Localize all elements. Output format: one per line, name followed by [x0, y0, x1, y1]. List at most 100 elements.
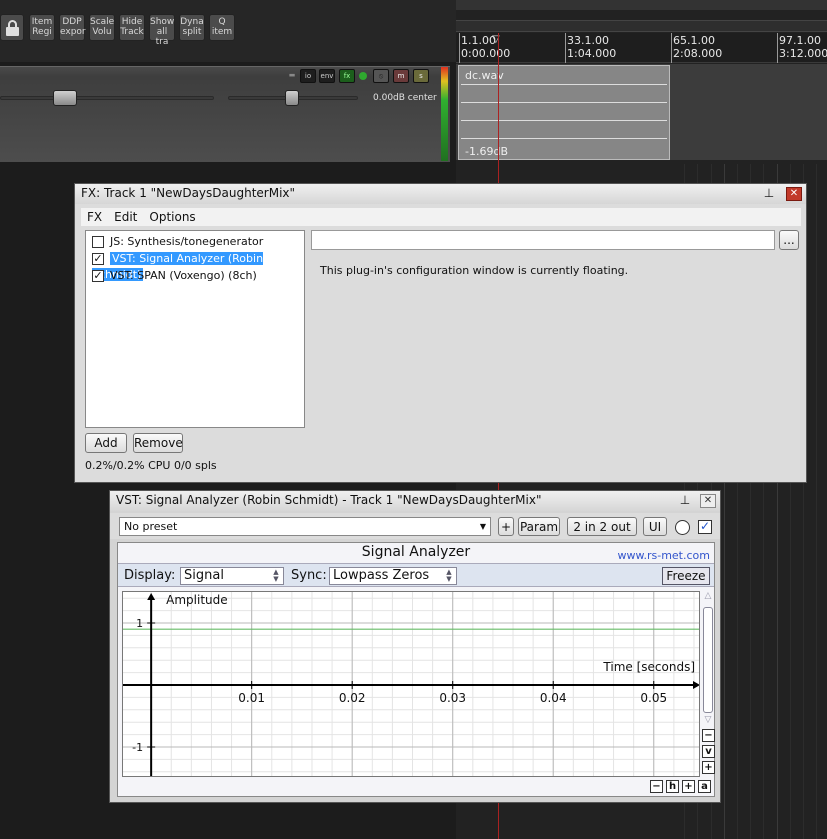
- zoom-out-y-button[interactable]: −: [702, 729, 715, 742]
- plugin-config-field[interactable]: [311, 230, 775, 250]
- y-axis-arrow-icon: [147, 593, 156, 600]
- zoom-out-x-button[interactable]: −: [650, 780, 663, 793]
- dropdown-arrow-icon: ▼: [479, 522, 486, 531]
- cpu-status: 0.2%/0.2% CPU 0/0 spls: [85, 459, 217, 472]
- hide-track-button[interactable]: Hide Track: [119, 14, 145, 41]
- plugin-toolbar: No preset ▼ + Param 2 in 2 out UI ✓: [110, 513, 720, 539]
- phase-icon[interactable]: ⦸: [373, 69, 389, 83]
- ruler-bar-label: 65.1.00: [673, 34, 715, 47]
- volume-slider-track[interactable]: [0, 96, 214, 100]
- add-button[interactable]: Add: [85, 433, 127, 453]
- zoom-fit-y-button[interactable]: v: [702, 745, 715, 758]
- browse-button[interactable]: ...: [779, 230, 799, 250]
- zoom-all-button[interactable]: a: [698, 780, 711, 793]
- ruler-time-label: 2:08.000: [673, 47, 723, 60]
- website-link[interactable]: www.rs-met.com: [618, 549, 711, 562]
- remove-button[interactable]: Remove: [133, 433, 183, 453]
- sync-label: Sync:: [291, 568, 327, 583]
- ruler-bar-label: 33.1.00: [567, 34, 609, 47]
- fx-list-item[interactable]: JS: Synthesis/tonegenerator: [92, 234, 263, 250]
- volume-knob[interactable]: [53, 90, 77, 106]
- analyzer-panel: Signal Analyzer www.rs-met.com Display: …: [117, 542, 715, 797]
- enable-checkbox[interactable]: [92, 236, 104, 248]
- volume-readout: 0.00dB center: [373, 93, 437, 103]
- menu-fx[interactable]: FX: [81, 208, 108, 224]
- dynamic-split-button[interactable]: Dyna split: [179, 14, 205, 41]
- freeze-button[interactable]: Freeze: [662, 567, 710, 585]
- io-button[interactable]: io: [300, 69, 316, 83]
- fx-list-item[interactable]: ✓ VST: Signal Analyzer (Robin Schmidt): [92, 251, 304, 281]
- zoom-in-x-button[interactable]: +: [682, 780, 695, 793]
- lock-button[interactable]: [0, 14, 24, 41]
- item-regions-button[interactable]: Item Regi: [29, 14, 55, 41]
- media-item[interactable]: dc.wav -1.69dB: [458, 65, 670, 160]
- ruler-bar-label: 1.1.00: [461, 34, 496, 47]
- pan-knob[interactable]: [285, 90, 299, 106]
- show-all-tracks-button[interactable]: Show all tra: [149, 14, 175, 47]
- sync-select[interactable]: Lowpass Zeros ▲ ▼: [329, 567, 457, 585]
- fx-bypass-icon[interactable]: [357, 69, 369, 83]
- ruler-time-label: 3:12.000: [779, 47, 827, 60]
- enable-checkbox[interactable]: ✓: [92, 253, 104, 265]
- signal-plot[interactable]: 0.01 0.02 0.03 0.04 0.05 1 -1 Amplitude Time [se…: [122, 591, 700, 777]
- fx-window-titlebar[interactable]: FX: Track 1 "NewDaysDaughterMix": [75, 184, 806, 204]
- y-tick-label: 1: [136, 617, 143, 630]
- signal-analyzer-window: VST: Signal Analyzer (Robin Schmidt) - T…: [109, 490, 721, 803]
- bypass-checkbox[interactable]: ✓: [698, 520, 712, 534]
- fx-button[interactable]: fx: [339, 69, 355, 83]
- ruler-bar-label: 97.1.00: [779, 34, 821, 47]
- zoom-in-y-button[interactable]: +: [702, 761, 715, 774]
- media-item-gain: -1.69dB: [465, 145, 508, 158]
- preset-dropdown[interactable]: No preset ▼: [119, 517, 491, 536]
- mute-button[interactable]: m: [393, 69, 409, 83]
- q-item-button[interactable]: Qitem: [209, 14, 235, 41]
- spin-arrows-icon: ▲ ▼: [273, 568, 279, 583]
- signal-plot-svg: 0.01 0.02 0.03 0.04 0.05 1 -1 Amplitude Time [se…: [123, 592, 699, 776]
- x-tick-label: 0.03: [439, 691, 466, 705]
- x-tick-label: 0.01: [238, 691, 265, 705]
- fx-list-item[interactable]: ✓ VST: SPAN (Voxengo) (8ch): [92, 268, 257, 284]
- pin-icon[interactable]: ⊥: [678, 493, 692, 508]
- vertical-scrollbar[interactable]: △ ▽ − v +: [702, 591, 715, 777]
- enable-checkbox[interactable]: ✓: [92, 270, 104, 282]
- menu-options[interactable]: Options: [143, 208, 201, 224]
- x-tick-label: 0.02: [339, 691, 366, 705]
- y-axis-label: Amplitude: [166, 593, 228, 607]
- add-preset-button[interactable]: +: [498, 517, 514, 536]
- region-marker-lane[interactable]: [456, 20, 827, 32]
- x-axis-label: Time [seconds]: [602, 660, 695, 674]
- display-select[interactable]: Signal ▲ ▼: [180, 567, 284, 585]
- x-axis-arrow-icon: [693, 681, 699, 689]
- scroll-thumb[interactable]: [703, 607, 713, 713]
- scale-volume-button[interactable]: Scale Volu: [89, 14, 115, 41]
- close-button[interactable]: ✕: [700, 494, 716, 508]
- display-label: Display:: [124, 568, 176, 583]
- folder-icon[interactable]: ▬: [284, 69, 300, 83]
- close-button[interactable]: ✕: [786, 187, 802, 201]
- x-tick-label: 0.04: [540, 691, 567, 705]
- fx-chain-window: FX: Track 1 "NewDaysDaughterMix" ⊥ ✕ FX E…: [74, 183, 807, 483]
- param-button[interactable]: Param: [518, 517, 560, 536]
- fx-menubar: FX Edit Options: [81, 208, 801, 226]
- x-tick-label: 0.05: [640, 691, 667, 705]
- ui-button[interactable]: UI: [643, 517, 667, 536]
- scroll-down-icon[interactable]: ▽: [702, 715, 714, 725]
- analyzer-titlebar[interactable]: VST: Signal Analyzer (Robin Schmidt) - T…: [110, 491, 720, 511]
- pin-icon[interactable]: ⊥: [762, 186, 776, 201]
- timeline-ruler[interactable]: [456, 33, 827, 63]
- fx-plugin-list[interactable]: JS: Synthesis/tonegenerator ✓ VST: Signal…: [85, 230, 305, 428]
- io-routing-button[interactable]: 2 in 2 out: [567, 517, 637, 536]
- envelope-button[interactable]: env: [319, 69, 335, 83]
- main-toolbar: Item Regi DDP expor Scale Volu Hide Track Sh…: [0, 0, 456, 62]
- wet-knob-icon[interactable]: [675, 520, 690, 535]
- spin-arrows-icon: ▲ ▼: [446, 568, 452, 583]
- menu-edit[interactable]: Edit: [108, 208, 143, 224]
- floating-message: This plug-in's configuration window is c…: [320, 264, 629, 277]
- scroll-up-icon[interactable]: △: [702, 591, 714, 601]
- track-meter: [441, 67, 448, 161]
- y-tick-label: -1: [132, 741, 143, 754]
- zoom-fit-x-button[interactable]: h: [666, 780, 679, 793]
- ruler-time-label: 1:04.000: [567, 47, 617, 60]
- ddp-export-button[interactable]: DDP expor: [59, 14, 86, 41]
- solo-button[interactable]: s: [413, 69, 429, 83]
